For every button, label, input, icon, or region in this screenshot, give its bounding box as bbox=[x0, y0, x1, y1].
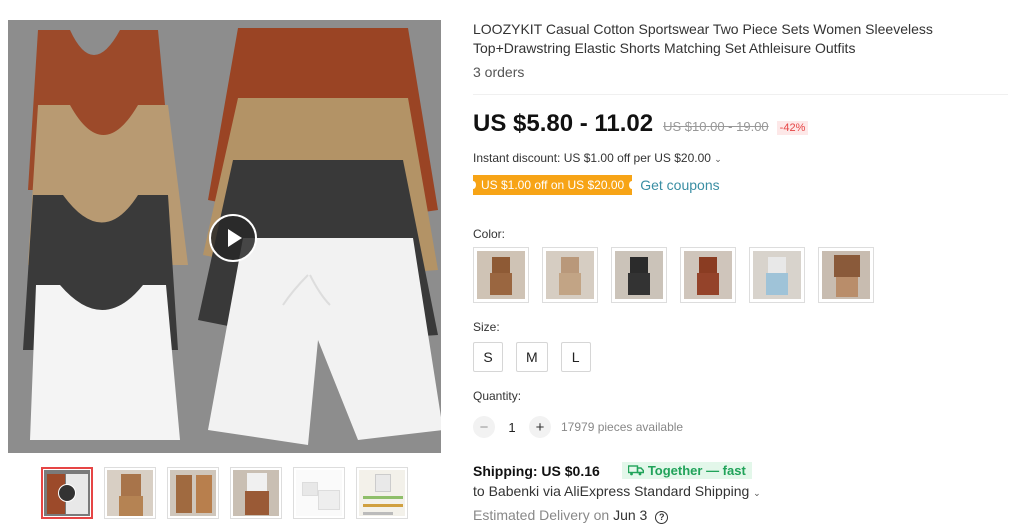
help-icon[interactable]: ? bbox=[655, 511, 669, 524]
color-swatch-2[interactable] bbox=[542, 247, 598, 303]
get-coupons-link[interactable]: Get coupons bbox=[640, 177, 719, 193]
swatch-image bbox=[753, 251, 801, 299]
shipping-badge-text: Together — fast bbox=[647, 463, 746, 478]
thumbnail-strip bbox=[41, 467, 408, 519]
thumbnail-3[interactable] bbox=[167, 467, 219, 519]
shipping-destination[interactable]: to Babenki via AliExpress Standard Shipp… bbox=[473, 483, 761, 499]
size-button-l[interactable]: L bbox=[560, 342, 591, 372]
thumbnail-image bbox=[359, 470, 405, 516]
product-title: LOOZYKIT Casual Cotton Sportswear Two Pi… bbox=[473, 21, 933, 56]
quantity-label: Quantity: bbox=[473, 389, 522, 403]
color-swatch-6[interactable] bbox=[818, 247, 874, 303]
original-price: US $10.00 - 19.00 bbox=[663, 119, 769, 134]
color-swatch-3[interactable] bbox=[611, 247, 667, 303]
thumbnail-image bbox=[44, 470, 90, 516]
coupon-tag[interactable]: US $1.00 off on US $20.00 bbox=[469, 175, 636, 195]
order-count: 3 orders bbox=[473, 64, 525, 80]
delivery-prefix: Estimated Delivery on bbox=[473, 507, 610, 523]
thumbnail-image bbox=[170, 470, 216, 516]
thumbnail-1[interactable] bbox=[41, 467, 93, 519]
color-swatch-1[interactable] bbox=[473, 247, 529, 303]
color-label: Color: bbox=[473, 227, 506, 241]
decrement-button[interactable]: − bbox=[473, 416, 495, 438]
swatch-image bbox=[822, 251, 870, 299]
thumbnail-image bbox=[233, 470, 279, 516]
color-swatch-4[interactable] bbox=[680, 247, 736, 303]
stock-available: 17979 pieces available bbox=[561, 420, 684, 434]
swatch-image bbox=[615, 251, 663, 299]
price-row: US $5.80 - 11.02 US $10.00 - 19.00 -42% bbox=[473, 110, 809, 138]
size-label: Size: bbox=[473, 320, 500, 334]
play-icon bbox=[228, 229, 242, 247]
quantity-value[interactable]: 1 bbox=[495, 420, 529, 435]
estimated-delivery: Estimated Delivery on Jun 3 ? bbox=[473, 507, 669, 524]
shipping-price: Shipping: US $0.16 bbox=[473, 462, 600, 479]
shipping-badge: Together — fast bbox=[621, 462, 752, 479]
size-button-s[interactable]: S bbox=[473, 342, 503, 372]
thumbnail-image bbox=[107, 470, 153, 516]
chevron-down-icon: ⌄ bbox=[753, 488, 761, 498]
shipping-row: Shipping: US $0.16 Together — fast bbox=[473, 462, 752, 479]
quantity-stepper: − 1 + 17979 pieces available bbox=[473, 416, 683, 438]
size-button-m[interactable]: M bbox=[516, 342, 548, 372]
thumbnail-5[interactable] bbox=[293, 467, 345, 519]
swatch-image bbox=[546, 251, 594, 299]
instant-discount[interactable]: Instant discount: US $1.00 off per US $2… bbox=[473, 151, 722, 165]
discount-badge: -42% bbox=[776, 121, 809, 135]
instant-discount-text: Instant discount: US $1.00 off per US $2… bbox=[473, 151, 711, 165]
size-options: S M L bbox=[473, 342, 591, 372]
swatch-image bbox=[684, 251, 732, 299]
chevron-down-icon: ⌄ bbox=[714, 154, 722, 164]
thumbnail-2[interactable] bbox=[104, 467, 156, 519]
shipping-destination-text: to Babenki via AliExpress Standard Shipp… bbox=[473, 483, 750, 499]
color-options bbox=[473, 247, 874, 303]
truck-icon bbox=[627, 465, 644, 476]
color-swatch-5[interactable] bbox=[749, 247, 805, 303]
increment-button[interactable]: + bbox=[529, 416, 551, 438]
delivery-date: Jun 3 bbox=[613, 507, 648, 523]
thumbnail-image bbox=[296, 470, 342, 516]
swatch-image bbox=[477, 251, 525, 299]
play-video-button[interactable] bbox=[209, 214, 257, 262]
thumbnail-4[interactable] bbox=[230, 467, 282, 519]
current-price: US $5.80 - 11.02 bbox=[473, 110, 654, 137]
coupon-row: US $1.00 off on US $20.00 Get coupons bbox=[469, 175, 720, 195]
divider bbox=[473, 94, 1008, 95]
main-product-image[interactable] bbox=[8, 20, 441, 453]
thumbnail-6[interactable] bbox=[356, 467, 408, 519]
